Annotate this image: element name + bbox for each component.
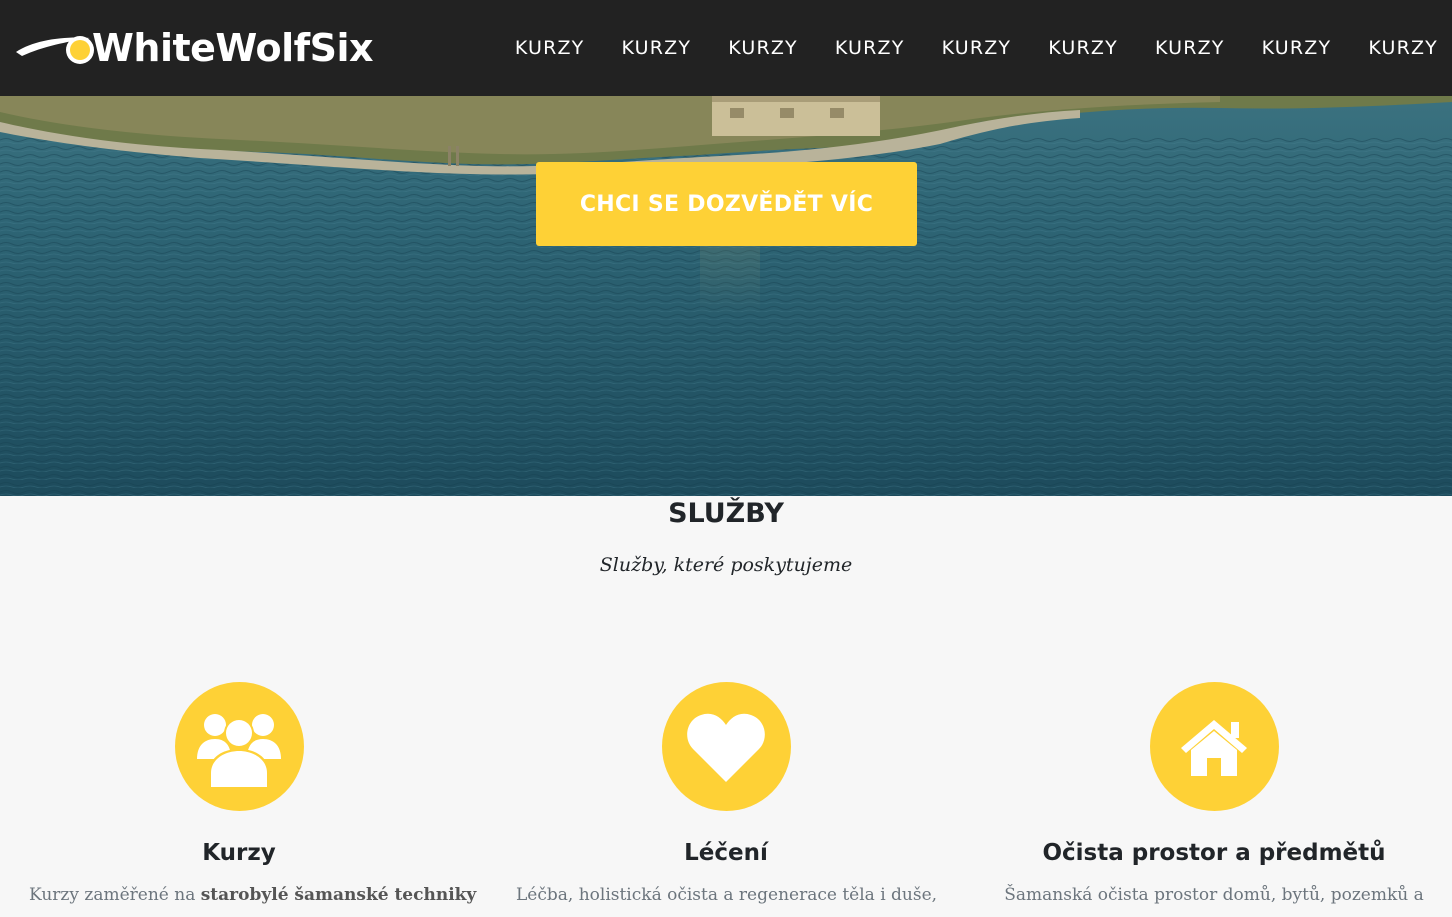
- service-icon-circle: [661, 682, 791, 811]
- service-title: Očista prostor a předmětů: [1042, 840, 1386, 866]
- nav-item-kurzy[interactable]: KURZY: [1368, 37, 1438, 59]
- nav-item-kurzy[interactable]: KURZY: [1048, 37, 1118, 59]
- main-nav: KURZY KURZY KURZY KURZY KURZY KURZY KURZ…: [478, 0, 1438, 96]
- learn-more-button[interactable]: CHCI SE DOZVĚDĚT VÍC: [536, 162, 917, 246]
- nav-item-kurzy[interactable]: KURZY: [1262, 37, 1332, 59]
- nav-item-kurzy[interactable]: KURZY: [1155, 37, 1225, 59]
- brand-name: WhiteWolfSix: [92, 26, 374, 70]
- navbar: WhiteWolfSix KURZY KURZY KURZY KURZY KUR…: [0, 0, 1452, 96]
- nav-item-kurzy[interactable]: KURZY: [835, 37, 905, 59]
- nav-item-kurzy[interactable]: KURZY: [622, 37, 692, 59]
- service-card-kurzy: Kurzy Kurzy zaměřené na starobylé šamans…: [29, 682, 476, 908]
- service-description-text: Kurzy zaměřené na: [29, 885, 201, 905]
- section-subheading: Služby, které poskytujeme: [599, 554, 853, 576]
- service-icon-circle: [174, 682, 304, 811]
- hero-background-image: [0, 96, 1452, 496]
- heart-icon: [687, 713, 765, 782]
- hero-section: CHCI SE DOZVĚDĚT VÍC: [0, 96, 1452, 496]
- service-icon-circle: [1149, 682, 1279, 811]
- nav-item-kurzy[interactable]: KURZY: [942, 37, 1012, 59]
- service-title: Léčení: [684, 840, 768, 866]
- service-description: Kurzy zaměřené na starobylé šamanské tec…: [29, 882, 476, 908]
- home-icon: [1181, 719, 1247, 776]
- service-card-ocista: Očista prostor a předmětů Šamanská očist…: [1004, 682, 1424, 908]
- sun-swoosh-icon: [16, 36, 94, 64]
- service-description-bold: starobylé šamanské techniky: [200, 885, 477, 905]
- users-icon: [197, 713, 281, 787]
- service-title: Kurzy: [202, 840, 276, 866]
- service-description: Šamanská očista prostor domů, bytů, poze…: [1004, 882, 1424, 908]
- service-description: Léčba, holistická očista a regenerace tě…: [516, 882, 938, 908]
- nav-item-kurzy[interactable]: KURZY: [515, 37, 585, 59]
- brand-logo[interactable]: WhiteWolfSix: [14, 22, 374, 74]
- service-card-leceni: Léčení Léčba, holistická očista a regene…: [516, 682, 938, 908]
- nav-item-kurzy[interactable]: KURZY: [728, 37, 798, 59]
- services-section: SLUŽBY Služby, které poskytujeme Kurzy K…: [0, 496, 1452, 917]
- section-heading: SLUŽBY: [668, 498, 784, 529]
- service-description-text: Šamanská očista prostor domů, bytů, poze…: [1004, 885, 1424, 905]
- service-description-text: Léčba, holistická očista a regenerace tě…: [516, 885, 938, 905]
